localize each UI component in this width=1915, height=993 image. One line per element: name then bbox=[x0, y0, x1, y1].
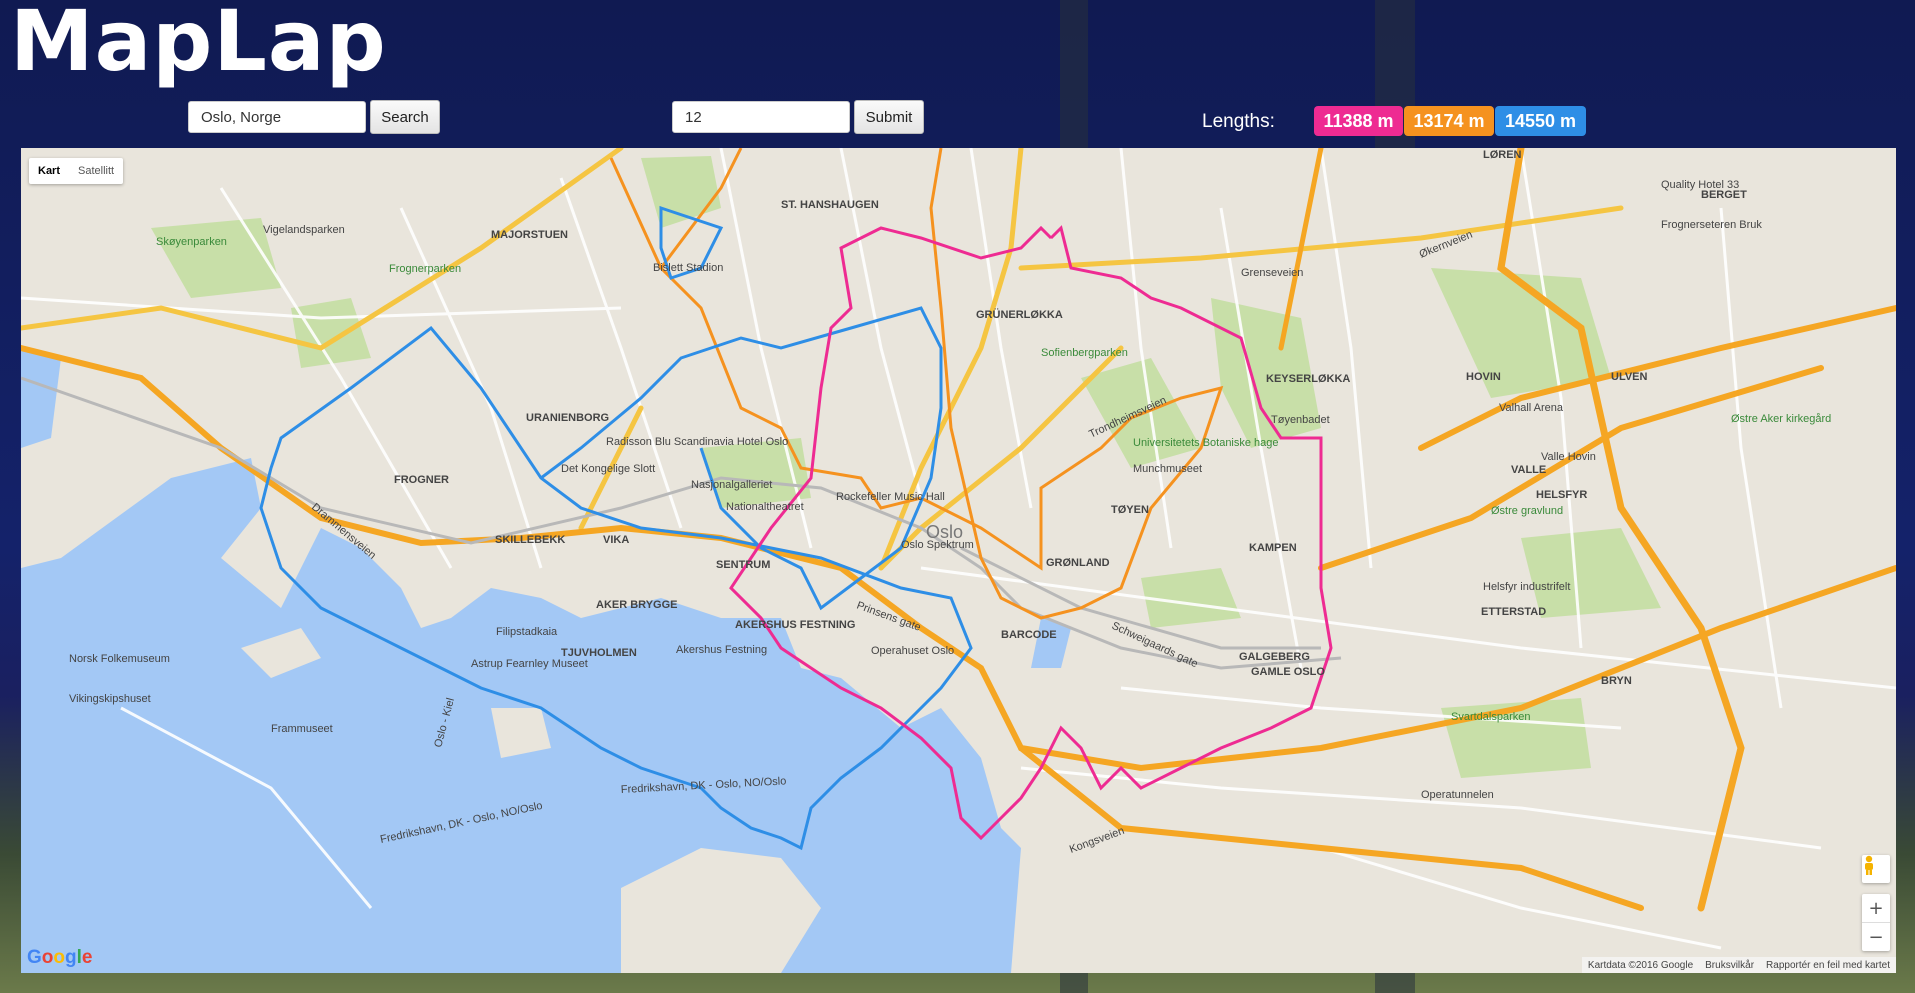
label-bryn: BRYN bbox=[1601, 675, 1632, 687]
label-gamle-oslo: GAMLE OSLO bbox=[1251, 666, 1325, 678]
zoom-out-button[interactable]: − bbox=[1862, 923, 1890, 951]
label-grenseveien: Grenseveien bbox=[1241, 267, 1303, 279]
label-galgeberg: GALGEBERG bbox=[1239, 651, 1310, 663]
map-type-satellitt[interactable]: Satellitt bbox=[69, 158, 123, 184]
length-badge-orange: 13174 m bbox=[1404, 106, 1494, 136]
attribution-data: Kartdata ©2016 Google bbox=[1587, 959, 1694, 971]
label-akershus: AKERSHUS FESTNING bbox=[735, 619, 855, 631]
label-skoyenparken: Skøyenparken bbox=[156, 236, 227, 248]
label-bislett: Bislett Stadion bbox=[653, 262, 723, 274]
search-button[interactable]: Search bbox=[370, 100, 440, 134]
label-frognerparken: Frognerparken bbox=[389, 263, 461, 275]
location-search-input[interactable]: Oslo, Norge bbox=[188, 101, 366, 133]
label-quality: Quality Hotel 33 bbox=[1661, 179, 1739, 191]
label-vikingskip: Vikingskipshuset bbox=[69, 693, 151, 705]
map-type-control: Kart Satellitt bbox=[29, 158, 124, 184]
label-vigelandsparken: Vigelandsparken bbox=[263, 224, 345, 236]
zoom-control: + − bbox=[1862, 894, 1890, 951]
label-majorstuen: MAJORSTUEN bbox=[491, 229, 568, 241]
label-akershus-festning: Akershus Festning bbox=[676, 644, 767, 656]
label-spektrum: Oslo Spektrum bbox=[901, 539, 974, 551]
label-sentrum: SENTRUM bbox=[716, 559, 770, 571]
label-svartdalsparken: Svartdalsparken bbox=[1451, 711, 1531, 723]
label-munchmuseet: Munchmuseet bbox=[1133, 463, 1202, 475]
label-uranienborg: URANIENBORG bbox=[526, 412, 609, 424]
label-filipstad: Filipstadkaia bbox=[496, 626, 558, 638]
label-st-hanshaugen: ST. HANSHAUGEN bbox=[781, 199, 879, 211]
label-operatunnelen: Operatunnelen bbox=[1421, 789, 1494, 801]
map-svg: MAJORSTUEN ST. HANSHAUGEN GRÜNERLØKKA FR… bbox=[21, 148, 1896, 973]
label-hovin: HOVIN bbox=[1466, 371, 1501, 383]
label-rockefeller: Rockefeller Music Hall bbox=[836, 491, 945, 503]
label-botanisk: Universitetets Botaniske hage bbox=[1133, 437, 1279, 449]
label-ulven: ULVEN bbox=[1611, 371, 1648, 383]
district-labels: MAJORSTUEN ST. HANSHAUGEN GRÜNERLØKKA FR… bbox=[394, 149, 1747, 687]
label-vika: VIKA bbox=[603, 534, 629, 546]
label-slottet: Det Kongelige Slott bbox=[561, 463, 655, 475]
lap-count-input[interactable]: 12 bbox=[672, 101, 850, 133]
length-badge-pink: 11388 m bbox=[1314, 106, 1403, 136]
label-valle-hovin: Valle Hovin bbox=[1541, 451, 1596, 463]
label-frammuseet: Frammuseet bbox=[271, 723, 333, 735]
label-ostre-aker: Østre Aker kirkegård bbox=[1731, 413, 1831, 425]
length-badge-blue: 14550 m bbox=[1495, 106, 1586, 136]
attribution-terms-link[interactable]: Bruksvilkår bbox=[1705, 960, 1754, 971]
label-sofienberg: Sofienbergparken bbox=[1041, 347, 1128, 359]
label-frogner: FROGNER bbox=[394, 474, 449, 486]
label-ostre-gravlund: Østre gravlund bbox=[1491, 505, 1563, 517]
label-nationaltheatret: Nationaltheatret bbox=[726, 501, 804, 513]
label-helsfyr: HELSFYR bbox=[1536, 489, 1587, 501]
submit-button[interactable]: Submit bbox=[854, 100, 924, 134]
label-helsfyr-ind: Helsfyr industrifelt bbox=[1483, 581, 1570, 593]
label-keyserlokka: KEYSERLØKKA bbox=[1266, 373, 1350, 385]
label-astrup: Astrup Fearnley Museet bbox=[471, 658, 588, 670]
label-aker-brygge: AKER BRYGGE bbox=[596, 599, 678, 611]
label-toyenbadet: Tøyenbadet bbox=[1271, 414, 1330, 426]
label-valhall: Valhall Arena bbox=[1499, 402, 1564, 414]
label-loren: LØREN bbox=[1483, 149, 1522, 161]
label-nasjonalgalleriet: Nasjonalgalleriet bbox=[691, 479, 772, 491]
label-valle: VALLE bbox=[1511, 464, 1546, 476]
label-frognerseteren: Frognerseteren Bruk bbox=[1661, 219, 1762, 231]
pegman-icon[interactable] bbox=[1862, 855, 1890, 883]
label-skillebekk: SKILLEBEKK bbox=[495, 534, 565, 546]
map-type-kart[interactable]: Kart bbox=[29, 158, 69, 184]
map-attribution: Kartdata ©2016 Google Bruksvilkår Rappor… bbox=[1581, 957, 1896, 973]
label-radisson: Radisson Blu Scandinavia Hotel Oslo bbox=[606, 436, 788, 448]
pegman-icon-svg bbox=[1865, 855, 1873, 875]
label-gronland: GRØNLAND bbox=[1046, 557, 1110, 569]
label-barcode: BARCODE bbox=[1001, 629, 1057, 641]
label-etterstad: ETTERSTAD bbox=[1481, 606, 1546, 618]
attribution-report-link[interactable]: Rapportér en feil med kartet bbox=[1766, 960, 1890, 971]
label-kongsveien: Kongsveien bbox=[1068, 825, 1126, 856]
lengths-label: Lengths: bbox=[1202, 111, 1275, 132]
label-grunerlokka: GRÜNERLØKKA bbox=[976, 308, 1063, 321]
label-toyen: TØYEN bbox=[1111, 504, 1149, 516]
app-title: MapLap bbox=[10, 0, 387, 90]
label-folkemuseum: Norsk Folkemuseum bbox=[69, 653, 170, 665]
label-kampen: KAMPEN bbox=[1249, 542, 1297, 554]
google-logo: Google bbox=[27, 947, 93, 968]
label-operahuset: Operahuset Oslo bbox=[871, 645, 954, 657]
map-canvas[interactable]: MAJORSTUEN ST. HANSHAUGEN GRÜNERLØKKA FR… bbox=[21, 148, 1896, 973]
zoom-in-button[interactable]: + bbox=[1862, 894, 1890, 923]
